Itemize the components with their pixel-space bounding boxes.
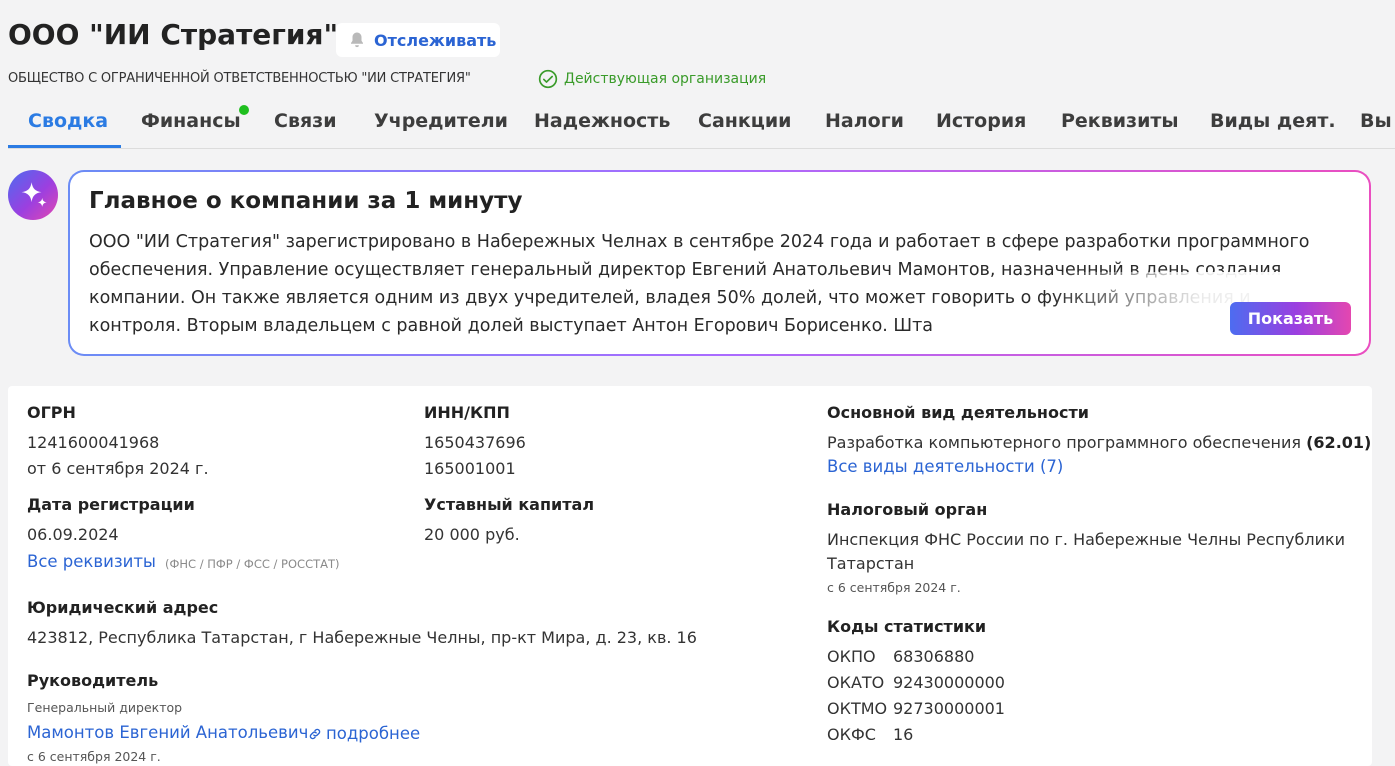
follow-button[interactable]: Отслеживать — [336, 23, 500, 57]
head-label: Руководитель — [27, 671, 159, 690]
capital-label: Уставный капитал — [424, 495, 595, 514]
head-position: Генеральный директор — [27, 700, 183, 715]
stat-code: ОКАТО — [827, 673, 885, 692]
tabs-divider — [8, 148, 1395, 149]
tax-label: Налоговый орган — [827, 500, 988, 519]
page-title: ООО "ИИ Стратегия" — [8, 18, 339, 51]
head-name-link[interactable]: Мамонтов Евгений Анатольевич — [27, 723, 308, 742]
requisites-sources: (ФНС / ПФР / ФСС / РОССТАТ) — [165, 557, 340, 571]
activity-code: (62.01) — [1306, 433, 1372, 452]
tab-more[interactable]: Вы — [1360, 110, 1392, 132]
tab-reliability[interactable]: Надежность — [534, 110, 670, 132]
tax-value-line2: Татарстан — [827, 554, 915, 573]
capital-value: 20 000 руб. — [424, 525, 520, 544]
link-icon — [309, 728, 321, 739]
status-text: Действующая организация — [564, 71, 767, 87]
stat-code: ОКТМО — [827, 699, 888, 718]
tax-since: с 6 сентября 2024 г. — [827, 580, 961, 595]
inn-value: 1650437696 — [424, 433, 526, 452]
stats-label: Коды статистики — [827, 617, 987, 636]
ai-avatar — [8, 170, 58, 220]
finance-new-dot — [239, 105, 249, 115]
activity-value: Разработка компьютерного программного об… — [827, 433, 1302, 452]
stat-value: 92730000001 — [893, 699, 1005, 718]
address-label: Юридический адрес — [27, 598, 219, 617]
stat-row-okato: ОКАТО 92430000000 — [827, 673, 1005, 692]
kpp-value: 165001001 — [424, 459, 516, 478]
head-more-link[interactable]: подробнее — [308, 724, 420, 743]
ogrn-label: ОГРН — [27, 403, 76, 422]
tab-sanctions[interactable]: Санкции — [698, 110, 792, 132]
stat-code: ОКФС — [827, 725, 876, 744]
activity-line: Разработка компьютерного программного об… — [827, 433, 1371, 452]
inn-kpp-label: ИНН/КПП — [424, 403, 510, 422]
check-circle-icon — [538, 69, 558, 89]
stat-row-oktmo: ОКТМО 92730000001 — [827, 699, 1005, 718]
company-header: ООО "ИИ Стратегия" Отслеживать ОБЩЕСТВО … — [0, 0, 1395, 150]
tab-summary[interactable]: Сводка — [28, 110, 108, 132]
ogrn-value: 1241600041968 — [27, 433, 160, 452]
ogrn-date: от 6 сентября 2024 г. — [27, 459, 209, 478]
tax-value-line1: Инспекция ФНС России по г. Набережные Че… — [827, 530, 1346, 549]
tab-activities[interactable]: Виды деят. — [1210, 110, 1336, 132]
status-badge: Действующая организация — [538, 69, 766, 89]
reg-date-label: Дата регистрации — [27, 495, 195, 514]
stat-value: 92430000000 — [893, 673, 1005, 692]
tab-bar: Сводка Финансы Связи Учредители Надежнос… — [8, 100, 1395, 148]
ai-summary-card: Главное о компании за 1 минуту ООО "ИИ С… — [68, 170, 1371, 356]
address-value: 423812, Республика Татарстан, г Набережн… — [27, 628, 697, 647]
tab-history[interactable]: История — [936, 110, 1026, 132]
reg-date-value: 06.09.2024 — [27, 525, 119, 544]
head-more-label: подробнее — [326, 724, 421, 743]
bell-icon — [351, 32, 363, 48]
sparkle-icon — [21, 182, 47, 207]
stat-value: 16 — [893, 725, 914, 744]
tab-connections[interactable]: Связи — [274, 110, 337, 132]
ai-summary-title: Главное о компании за 1 минуту — [89, 188, 523, 214]
all-requisites-link[interactable]: Все реквизиты — [27, 552, 156, 571]
stat-row-okpo: ОКПО 68306880 — [827, 647, 974, 666]
stat-value: 68306880 — [893, 647, 975, 666]
tab-founders[interactable]: Учредители — [374, 110, 508, 132]
stat-row-okfs: ОКФС 16 — [827, 725, 913, 744]
activity-label: Основной вид деятельности — [827, 403, 1089, 422]
stat-code: ОКПО — [827, 647, 876, 666]
tab-taxes[interactable]: Налоги — [825, 110, 904, 132]
company-full-name: ОБЩЕСТВО С ОГРАНИЧЕННОЙ ОТВЕТСТВЕННОСТЬЮ… — [8, 71, 471, 86]
all-activities-link[interactable]: Все виды деятельности (7) — [827, 457, 1063, 476]
show-summary-button[interactable]: Показать — [1230, 302, 1351, 335]
tab-finance[interactable]: Финансы — [141, 110, 241, 132]
follow-label: Отслеживать — [374, 30, 497, 50]
company-details-panel: ОГРН 1241600041968 от 6 сентября 2024 г.… — [8, 386, 1372, 766]
tab-requisites[interactable]: Реквизиты — [1061, 110, 1179, 132]
